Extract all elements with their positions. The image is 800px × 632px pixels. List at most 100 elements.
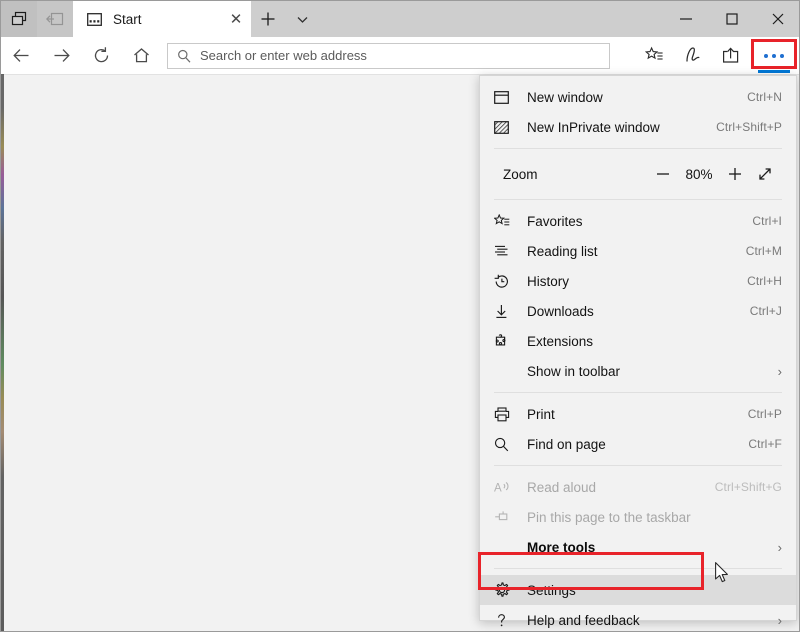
navigation-toolbar: Search or enter web address — [1, 37, 799, 74]
add-to-favorites-button[interactable] — [635, 40, 673, 72]
chevron-right-icon: › — [777, 363, 782, 379]
tabs-set-aside-icon — [46, 12, 64, 26]
edge-browser-window: Start ✕ Search or enter web address New … — [0, 0, 800, 632]
menu-item-label: History — [527, 273, 570, 289]
forward-button[interactable] — [41, 39, 81, 73]
active-indicator — [758, 69, 790, 73]
chevron-right-icon: › — [777, 539, 782, 555]
fullscreen-button[interactable] — [750, 160, 780, 188]
toolbar-right-buttons — [635, 38, 799, 74]
share-button[interactable] — [711, 40, 749, 72]
inprivate-window-icon — [494, 117, 518, 137]
menu-separator — [494, 465, 782, 466]
more-dots-icon — [764, 53, 784, 58]
back-button[interactable] — [1, 39, 41, 73]
menu-item-label: More tools — [527, 539, 596, 555]
pen-notes-icon — [686, 47, 700, 62]
tab-close-button[interactable]: ✕ — [221, 1, 251, 37]
menu-item-more-tools[interactable]: More tools › — [480, 532, 796, 562]
menu-item-label: Print — [527, 406, 555, 422]
menu-item-shortcut: Ctrl+F — [748, 437, 782, 451]
menu-item-label: Downloads — [527, 303, 594, 319]
menu-item-print[interactable]: Print Ctrl+P — [480, 399, 796, 429]
address-bar-placeholder: Search or enter web address — [200, 48, 367, 63]
plus-icon — [261, 12, 275, 26]
menu-item-label: Extensions — [527, 333, 594, 349]
home-button[interactable] — [121, 39, 161, 73]
plus-icon — [729, 168, 741, 180]
read-aloud-icon: A — [494, 477, 518, 497]
minimize-button[interactable] — [663, 1, 709, 37]
tab-start[interactable]: Start ✕ — [73, 1, 251, 37]
menu-item-shortcut: Ctrl+M — [745, 244, 782, 258]
menu-item-pin-to-taskbar[interactable]: Pin this page to the taskbar — [480, 502, 796, 532]
refresh-button[interactable] — [81, 39, 121, 73]
chevron-right-icon: › — [777, 612, 782, 628]
menu-separator — [494, 199, 782, 200]
menu-item-label: Settings — [527, 582, 576, 598]
menu-item-settings[interactable]: Settings — [480, 575, 796, 605]
refresh-icon — [94, 47, 108, 63]
zoom-level-value: 80% — [685, 166, 713, 182]
close-button[interactable] — [755, 1, 799, 37]
menu-separator — [494, 568, 782, 569]
set-tabs-aside-button[interactable] — [1, 1, 37, 37]
menu-item-extensions[interactable]: Extensions — [480, 326, 796, 356]
settings-and-more-menu: New window Ctrl+N New InPrivate window C… — [479, 75, 797, 628]
zoom-out-button[interactable] — [648, 160, 678, 188]
extensions-puzzle-icon — [494, 331, 518, 351]
menu-item-new-window[interactable]: New window Ctrl+N — [480, 82, 796, 112]
reading-list-icon — [494, 241, 518, 261]
start-page-icon — [85, 10, 103, 28]
menu-zoom-row: Zoom 80% — [480, 155, 796, 193]
zoom-in-button[interactable] — [720, 160, 750, 188]
zoom-label: Zoom — [503, 166, 538, 182]
new-tab-button[interactable] — [251, 1, 285, 37]
downloads-arrow-icon — [494, 301, 518, 321]
add-notes-button[interactable] — [673, 40, 711, 72]
blank-icon — [494, 361, 518, 381]
menu-item-shortcut: Ctrl+P — [747, 407, 782, 421]
tabs-you-have-set-aside-button[interactable] — [37, 1, 73, 37]
menu-item-find-on-page[interactable]: Find on page Ctrl+F — [480, 429, 796, 459]
menu-item-help-and-feedback[interactable]: Help and feedback › — [480, 605, 796, 631]
set-tabs-aside-icon — [11, 11, 26, 25]
tab-title: Start — [113, 11, 142, 27]
menu-item-new-inprivate-window[interactable]: New InPrivate window Ctrl+Shift+P — [480, 112, 796, 142]
menu-item-shortcut: Ctrl+J — [749, 304, 782, 318]
title-bar: Start ✕ — [1, 1, 799, 37]
pin-icon — [494, 507, 518, 527]
menu-item-downloads[interactable]: Downloads Ctrl+J — [480, 296, 796, 326]
menu-separator — [494, 148, 782, 149]
menu-item-label: Find on page — [527, 436, 606, 452]
back-arrow-icon — [12, 49, 28, 62]
tab-list-menu-button[interactable] — [285, 1, 319, 37]
svg-text:A: A — [494, 483, 502, 495]
chevron-down-icon — [297, 16, 307, 23]
menu-item-shortcut: Ctrl+Shift+P — [716, 120, 782, 134]
address-bar[interactable]: Search or enter web address — [167, 42, 610, 69]
menu-item-label: Read aloud — [527, 479, 597, 495]
minimize-icon — [680, 18, 692, 20]
maximize-icon — [726, 13, 738, 25]
maximize-button[interactable] — [709, 1, 755, 37]
menu-item-shortcut: Ctrl+N — [747, 90, 782, 104]
minus-icon — [657, 173, 669, 175]
close-icon — [772, 13, 784, 25]
menu-item-label: Favorites — [527, 213, 583, 229]
history-clock-icon — [494, 271, 518, 291]
blank-icon — [494, 537, 518, 557]
titlebar-drag-region — [319, 1, 663, 37]
menu-item-reading-list[interactable]: Reading list Ctrl+M — [480, 236, 796, 266]
menu-item-history[interactable]: History Ctrl+H — [480, 266, 796, 296]
menu-item-show-in-toolbar[interactable]: Show in toolbar › — [480, 356, 796, 386]
window-icon — [494, 87, 518, 107]
menu-item-read-aloud[interactable]: A Read aloud Ctrl+Shift+G — [480, 472, 796, 502]
magnifier-icon — [494, 434, 518, 454]
page-left-edge-strip — [1, 74, 4, 631]
menu-item-favorites[interactable]: Favorites Ctrl+I — [480, 206, 796, 236]
settings-and-more-button[interactable] — [751, 38, 797, 74]
menu-item-shortcut: Ctrl+I — [752, 214, 782, 228]
favorites-star-icon — [494, 211, 518, 231]
question-mark-icon — [494, 610, 518, 630]
